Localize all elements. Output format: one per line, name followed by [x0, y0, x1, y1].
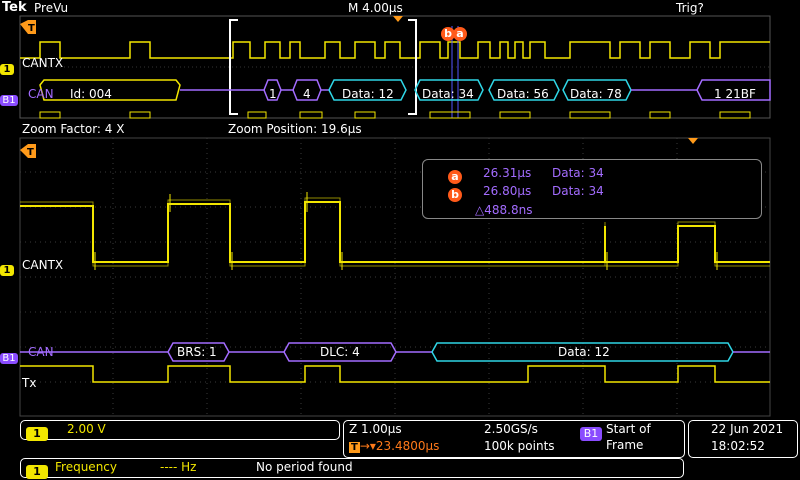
bus-marker-overview[interactable]: B1	[0, 88, 18, 107]
packet-data-34: Data: 34	[422, 87, 474, 101]
date: 22 Jun 2021	[711, 422, 784, 436]
sample-rate: 2.50GS/s	[484, 422, 538, 436]
svg-text:T: T	[27, 147, 34, 158]
meas-message: No period found	[256, 460, 353, 474]
zoom-scale: Z 1.00µs	[349, 422, 402, 436]
packet-id: Id: 004	[70, 87, 112, 101]
trigger-icon: T	[349, 442, 360, 453]
overview-window[interactable]: T	[0, 14, 800, 120]
ch1-marker-overview[interactable]: 1	[0, 57, 14, 76]
cursor-delta: △488.8ns	[475, 203, 533, 217]
tx-label: Tx	[22, 376, 37, 390]
packet-data-78: Data: 78	[570, 87, 622, 101]
meas-value: ---- Hz	[160, 460, 197, 474]
bus-label-overview: CAN	[28, 87, 54, 101]
ch1-label-overview: CANTX	[22, 56, 64, 70]
bus-label-main: CAN	[28, 345, 54, 359]
trigger-position-readout: T →▾23.4800µs	[349, 439, 439, 453]
packet-data-56: Data: 56	[497, 87, 549, 101]
meas-name: Frequency	[55, 460, 117, 474]
packet-data-12: Data: 12	[342, 87, 394, 101]
cursor-a-time: 26.31µs	[483, 166, 532, 180]
cursor-a-data: Data: 34	[552, 166, 604, 180]
ch1-marker-main[interactable]: 1	[0, 258, 14, 277]
packet-dlc: 4	[303, 87, 311, 101]
arrow-icon: →▾	[359, 439, 376, 453]
cursor-b-time: 26.80µs	[483, 184, 532, 198]
tek-logo: Tek	[2, 0, 27, 15]
zoom-position: Zoom Position: 19.6µs	[228, 122, 362, 136]
cursor-a-badge[interactable]: a	[453, 22, 467, 41]
cursor-b-icon: b	[448, 183, 462, 202]
packet-brs: 1	[269, 87, 277, 101]
svg-text:T: T	[28, 23, 35, 34]
ch1-scale: 2.00 V	[67, 422, 106, 436]
trigger-source-badge: B1	[580, 422, 602, 441]
bus-marker-main[interactable]: B1	[0, 346, 18, 365]
meas-ch-badge: 1	[26, 460, 48, 479]
ch1-badge: 1	[26, 422, 48, 441]
record-length: 100k points	[484, 439, 555, 453]
ch1-label-main: CANTX	[22, 258, 64, 272]
trigger-status: Trig?	[676, 1, 704, 15]
packet-crc: 1 21BF	[714, 87, 756, 101]
zoom-factor: Zoom Factor: 4 X	[22, 122, 125, 136]
trigger-pos-value: 23.4800µs	[375, 439, 440, 453]
trigger-event: Start of Frame	[606, 422, 651, 452]
main-packet-data: Data: 12	[558, 345, 610, 359]
cursor-b-data: Data: 34	[552, 184, 604, 198]
timebase-readout: M 4.00µs	[348, 1, 403, 15]
time: 18:02:52	[711, 439, 765, 453]
main-packet-brs: BRS: 1	[177, 345, 217, 359]
acquisition-mode: PreVu	[34, 1, 69, 15]
cursor-a-icon: a	[448, 165, 462, 184]
main-packet-dlc: DLC: 4	[320, 345, 360, 359]
